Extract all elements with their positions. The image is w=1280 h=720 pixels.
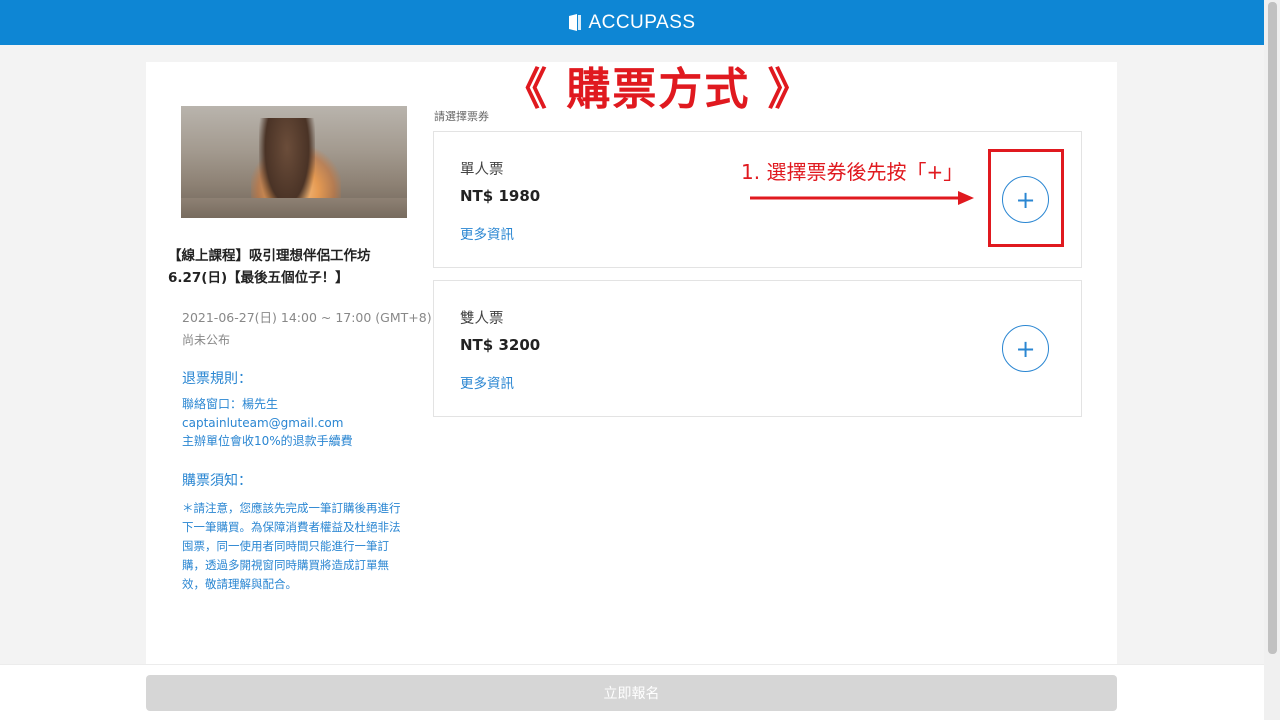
plus-icon: + [1015,334,1036,363]
page-scrollbar[interactable] [1264,0,1280,720]
event-cover-image [181,106,407,218]
refund-email: captainluteam@gmail.com [182,415,344,430]
event-title: 【線上課程】吸引理想伴侶工作坊 6.27(日)【最後五個位子！】 [168,248,371,286]
ticket-price: NT$ 3200 [460,336,541,354]
purchase-notice-body: ＊請注意，您應該先完成一筆訂購後再進行下一筆購買。為保障消費者權益及杜絕非法囤票… [182,501,401,591]
annotation-highlight-box [988,149,1064,247]
image-horizon [181,198,407,218]
more-info-link[interactable]: 更多資訊 [460,223,514,243]
ticket-name: 單人票 [460,162,504,178]
accupass-logo-icon [569,14,582,31]
more-info-link[interactable]: 更多資訊 [460,372,514,392]
event-datetime: 2021-06-27(日) 14:00 ~ 17:00 (GMT+8) [182,310,432,325]
add-ticket-button[interactable]: + [1002,325,1049,372]
brand-logo[interactable]: ACCUPASS [568,12,695,34]
annotation-title: 《 購票方式 》 [503,64,814,115]
ticket-name: 雙人票 [460,311,504,327]
ticket-price: NT$ 1980 [460,187,541,205]
register-button[interactable]: 立即報名 [146,675,1117,711]
ticket-section-label: 請選擇票券 [434,110,489,123]
refund-fee: 主辦單位會收10%的退款手續費 [182,434,353,448]
purchase-notice-heading: 購票須知： [182,473,252,489]
annotation-arrow-icon [750,191,974,205]
ticket-card-double: 雙人票 NT$ 3200 更多資訊 + [433,280,1082,417]
top-navbar: ACCUPASS [0,0,1264,45]
brand-name: ACCUPASS [588,11,696,33]
annotation-step-text: 1. 選擇票券後先按「+」 [741,160,964,184]
refund-contact: 聯絡窗口：楊先生 [182,397,279,411]
refund-rules-heading: 退票規則： [182,371,252,387]
event-venue: 尚未公布 [182,333,231,347]
scrollbar-thumb[interactable] [1268,2,1277,654]
refund-rules-body: 聯絡窗口：楊先生 captainluteam@gmail.com 主辦單位會收1… [182,395,412,451]
